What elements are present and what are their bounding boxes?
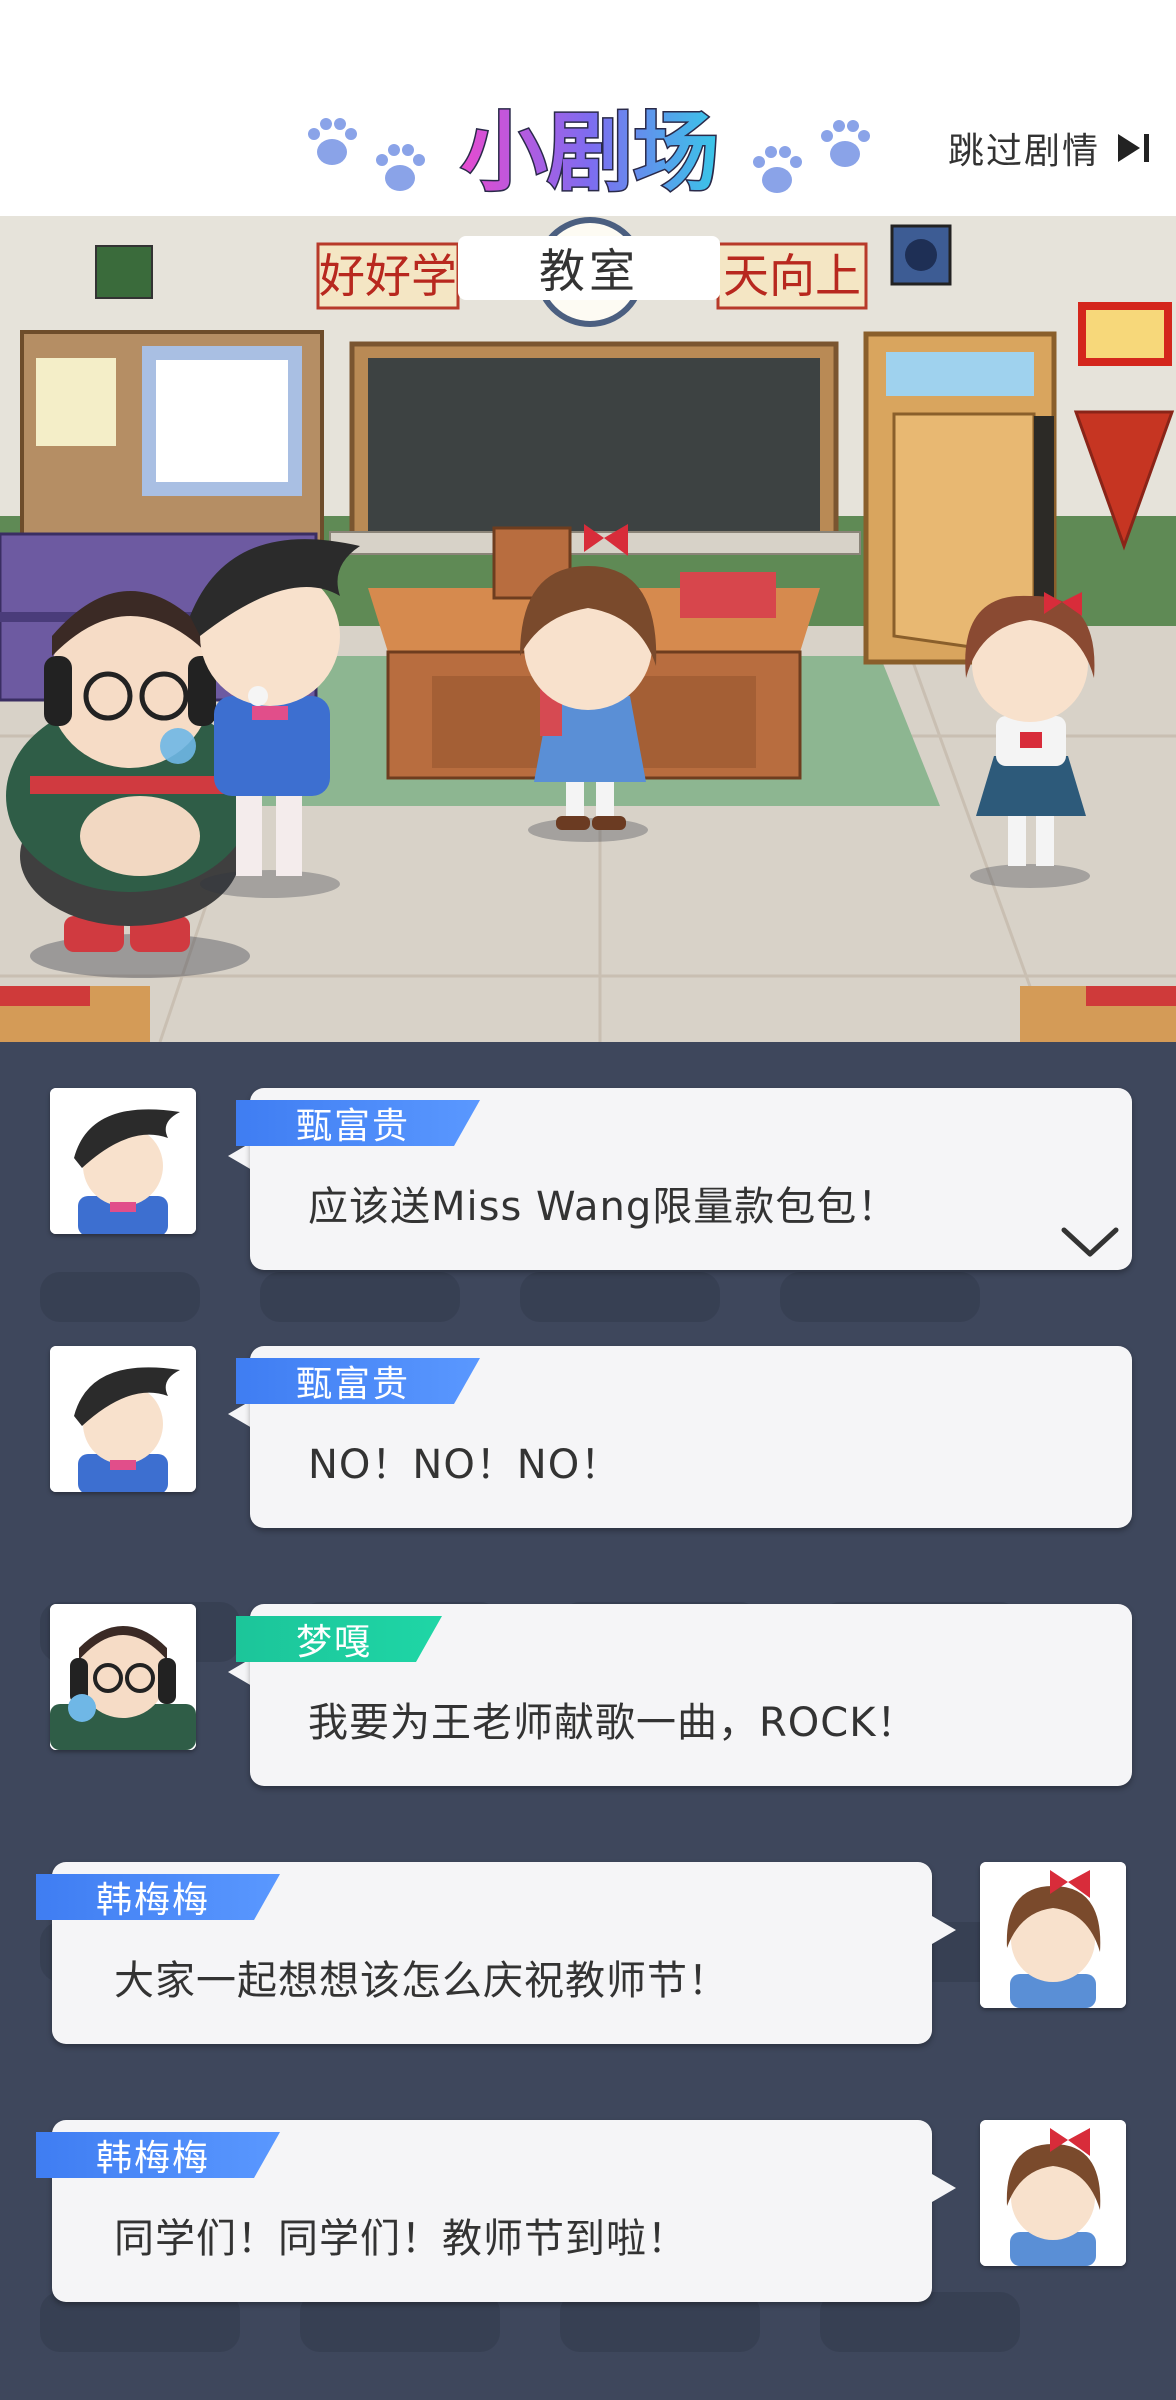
dialogue-message: 甄富贵 应该送Miss Wang限量款包包！ — [0, 1042, 1176, 1270]
avatar-hanmeimei — [980, 1862, 1126, 2008]
avatar-image — [980, 2120, 1126, 2266]
dialogue-text: NO！NO！NO！ — [308, 1442, 622, 1488]
skip-forward-icon — [1118, 134, 1149, 162]
title-logo: 小剧场 — [460, 102, 721, 205]
avatar-image — [980, 1862, 1126, 2008]
speaker-name-tag: 韩梅梅 — [36, 2132, 280, 2178]
banner-left-text: 好好学 — [319, 249, 457, 303]
avatar-hanmeimei — [980, 2120, 1126, 2266]
bubble-tail — [932, 1916, 956, 1944]
dialogue-message: 韩梅梅 大家一起想想该怎么庆祝教师节！ — [0, 1816, 1176, 2044]
banner-right-text: 天向上 — [723, 249, 861, 303]
dialogue-text: 大家一起想想该怎么庆祝教师节！ — [114, 1958, 729, 2004]
paw-icon — [308, 118, 425, 191]
bubble-tail — [932, 2174, 956, 2202]
dialogue-bubble[interactable]: 甄富贵 应该送Miss Wang限量款包包！ — [250, 1088, 1132, 1270]
dialogue-message: 甄富贵 NO！NO！NO！ — [0, 1300, 1176, 1528]
avatar-menggai — [50, 1604, 196, 1750]
avatar-zhenfugui — [50, 1346, 196, 1492]
avatar-image — [50, 1088, 196, 1234]
dialogue-bubble[interactable]: 韩梅梅 大家一起想想该怎么庆祝教师节！ — [52, 1862, 932, 2044]
dialogue-bubble[interactable]: 梦嘎 我要为王老师献歌一曲，ROCK！ — [250, 1604, 1132, 1786]
paw-icon — [753, 120, 870, 193]
avatar-image — [50, 1604, 196, 1750]
dialogue-message: 韩梅梅 同学们！同学们！教师节到啦！ — [0, 2074, 1176, 2302]
speaker-name-tag: 甄富贵 — [236, 1358, 480, 1404]
chevron-down-icon[interactable] — [1058, 1222, 1122, 1262]
speaker-name-tag: 梦嘎 — [236, 1616, 442, 1662]
classroom-illustration: 好好学 天向上 — [0, 216, 1176, 1042]
skip-story-label: 跳过剧情 — [947, 131, 1100, 172]
bubble-tail — [228, 1658, 252, 1686]
dialogue-list[interactable]: 甄富贵 应该送Miss Wang限量款包包！ 甄富贵 NO！NO！NO！ 梦嘎 … — [0, 1042, 1176, 2400]
bubble-tail — [228, 1400, 252, 1428]
header-bar: 小剧场 跳过剧情 — [0, 0, 1176, 216]
avatar-image — [50, 1346, 196, 1492]
dialogue-bubble[interactable]: 韩梅梅 同学们！同学们！教师节到啦！ — [52, 2120, 932, 2302]
speaker-name-tag: 韩梅梅 — [36, 1874, 280, 1920]
dialogue-bubble[interactable]: 甄富贵 NO！NO！NO！ — [250, 1346, 1132, 1528]
avatar-zhenfugui — [50, 1088, 196, 1234]
dialogue-text: 我要为王老师献歌一曲，ROCK！ — [308, 1700, 918, 1746]
skip-story-button[interactable]: 跳过剧情 — [948, 118, 1154, 178]
scene-location-label: 教室 — [458, 236, 720, 300]
page-title: 小剧场 — [461, 103, 719, 203]
speaker-name-tag: 甄富贵 — [236, 1100, 480, 1146]
dialogue-message: 梦嘎 我要为王老师献歌一曲，ROCK！ — [0, 1558, 1176, 1786]
bubble-tail — [228, 1142, 252, 1170]
dialogue-text: 应该送Miss Wang限量款包包！ — [308, 1184, 899, 1230]
classroom-scene: 好好学 天向上 教室 — [0, 216, 1176, 1042]
dialogue-text: 同学们！同学们！教师节到啦！ — [114, 2216, 688, 2262]
